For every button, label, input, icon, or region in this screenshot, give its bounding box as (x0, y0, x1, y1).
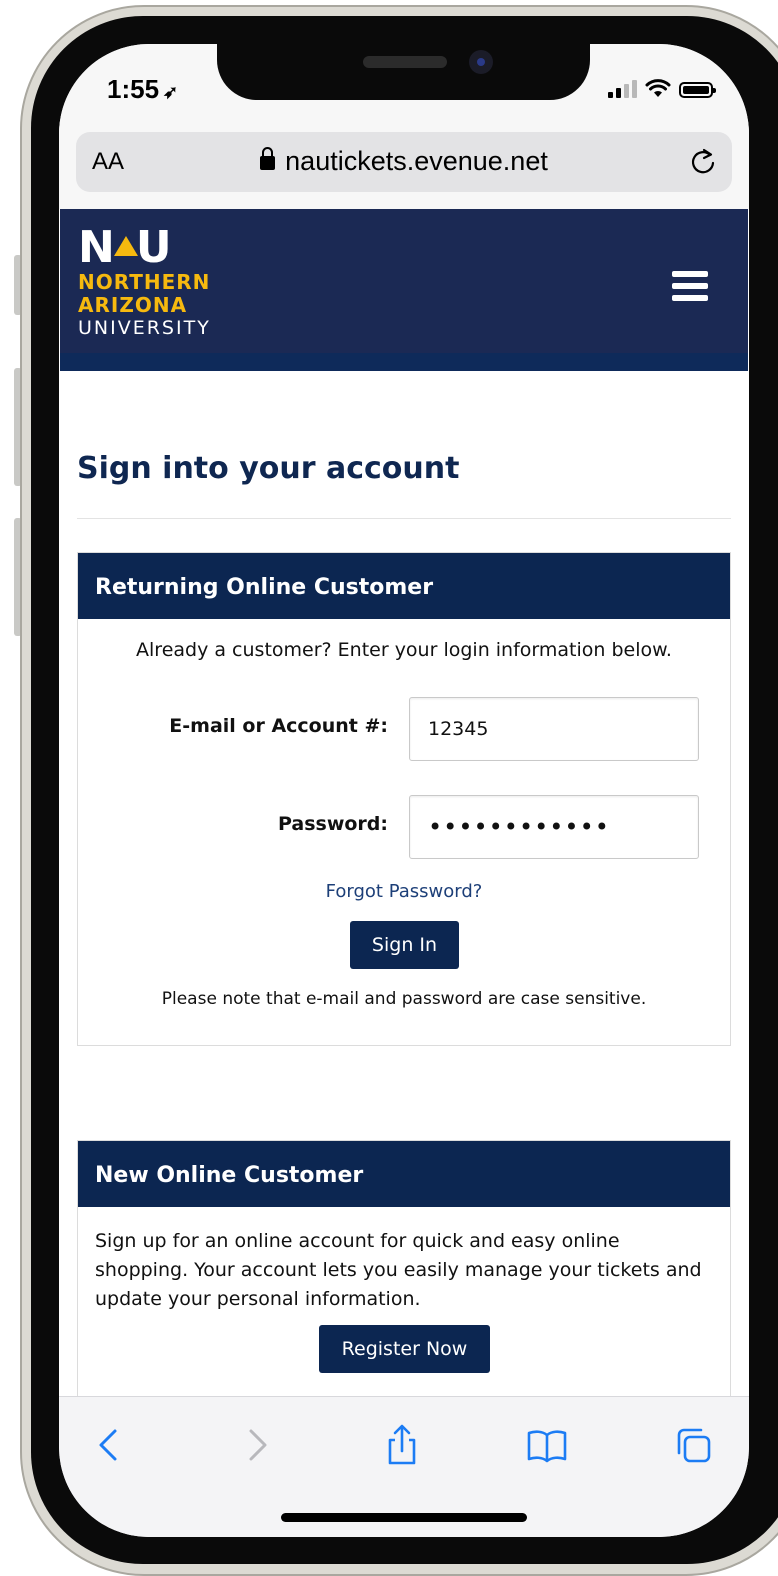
url-display[interactable]: nautickets.evenue.net (76, 146, 732, 177)
header-stripe (60, 353, 748, 371)
battery-icon (679, 82, 716, 98)
front-camera (469, 50, 493, 74)
case-sensitive-note: Please note that e-mail and password are… (161, 989, 647, 1009)
forgot-password-text: Forgot Password? (325, 881, 483, 902)
new-customer-heading: New Online Customer (78, 1141, 730, 1207)
logo-triangle-mark (113, 236, 138, 256)
logo-line-3: UNIVERSITY (78, 317, 211, 339)
browser-bottom-toolbar (59, 1396, 749, 1537)
logo-line-2: ARIZONA (78, 293, 188, 317)
returning-intro-text: Already a customer? Enter your login inf… (136, 639, 672, 661)
status-time: 1:55 ➶ (107, 74, 178, 105)
page-title: Sign into your account (77, 451, 460, 486)
reload-icon[interactable] (688, 147, 718, 177)
address-bar[interactable]: AA nautickets.evenue.net (76, 132, 732, 192)
cellular-signal-icon (608, 80, 637, 98)
returning-customer-heading: Returning Online Customer (78, 553, 730, 619)
lock-icon (260, 147, 276, 170)
register-now-button[interactable]: Register Now (319, 1325, 490, 1373)
title-divider (77, 518, 731, 519)
password-label: Password: (277, 813, 388, 835)
new-customer-panel: New Online Customer Sign up for an onlin… (77, 1140, 731, 1407)
logo-line-1: NORTHERN (78, 270, 211, 294)
tabs-icon[interactable] (671, 1423, 715, 1467)
nau-logo[interactable]: NU NORTHERN ARIZONA UNIVERSITY (78, 225, 246, 340)
logo-wordmark-text: NU (78, 222, 173, 273)
bookmarks-icon[interactable] (525, 1423, 569, 1467)
forgot-password-link[interactable]: Forgot Password? (78, 881, 730, 902)
returning-customer-panel: Returning Online Customer Already a cust… (77, 552, 731, 1046)
forward-icon[interactable] (235, 1423, 279, 1467)
home-indicator[interactable] (281, 1513, 527, 1522)
browser-top-bar: AA nautickets.evenue.net (59, 132, 749, 209)
share-icon[interactable] (380, 1423, 424, 1467)
menu-icon[interactable] (672, 271, 708, 301)
phone-screen: 1:55 ➶ AA nautickets.evenue.net N U NORT… (59, 44, 749, 1537)
status-icons (608, 78, 716, 98)
main-content: Sign into your account Returning Online … (59, 371, 749, 1407)
sign-in-button[interactable]: Sign In (350, 921, 459, 969)
wifi-icon (645, 79, 671, 97)
site-header: NU NORTHERN ARIZONA UNIVERSITY (60, 209, 748, 371)
password-field-wrapper (409, 795, 699, 859)
url-text: nautickets.evenue.net (285, 146, 548, 176)
time-text: 1:55 (107, 74, 160, 104)
new-customer-description: Sign up for an online account for quick … (95, 1230, 702, 1310)
password-field[interactable] (410, 796, 698, 858)
notch (217, 44, 590, 100)
logo-wordmark: NU (78, 225, 246, 271)
location-arrow-icon: ➶ (163, 82, 179, 102)
speaker-grille (363, 56, 447, 68)
email-field-wrapper (409, 697, 699, 761)
email-label: E-mail or Account #: (169, 715, 388, 737)
email-field[interactable] (410, 698, 698, 760)
back-icon[interactable] (87, 1423, 131, 1467)
